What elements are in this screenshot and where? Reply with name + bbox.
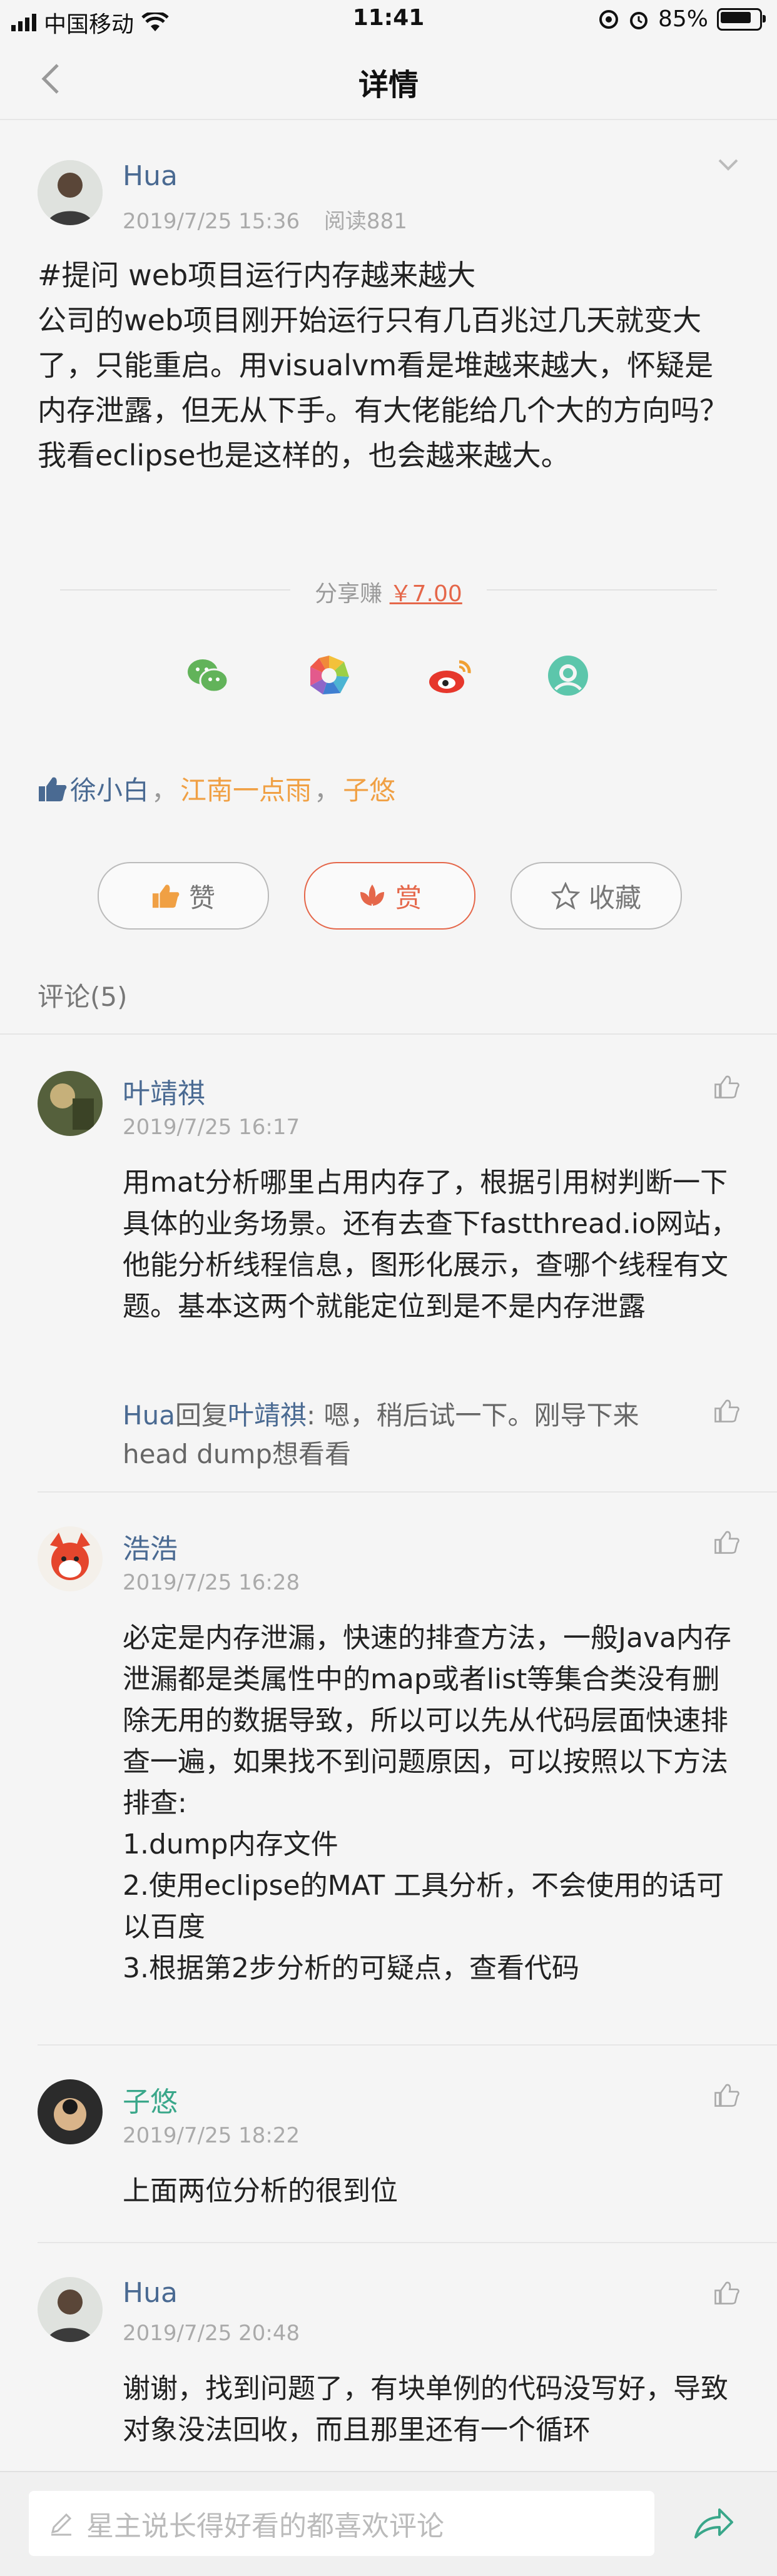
- chevron-down-icon[interactable]: [716, 155, 741, 174]
- post-content: #提问 web项目运行内存越来越大 公司的web项目刚开始运行只有几百兆过几天就…: [38, 258, 728, 472]
- avatar-fox-icon: [38, 1526, 103, 1591]
- post-reads: 阅读881: [323, 209, 407, 234]
- comment-author[interactable]: Hua: [123, 2277, 178, 2309]
- favorite-button[interactable]: 收藏: [510, 862, 682, 930]
- status-bar: 中国移动 11:41 85%: [0, 0, 777, 41]
- like-separator: ，: [151, 775, 178, 806]
- liked-by: 徐小白， 江南一点雨， 子悠: [38, 769, 395, 808]
- comment-input[interactable]: 星主说长得好看的都喜欢评论: [29, 2491, 654, 2556]
- reward-label: 赏: [395, 882, 422, 913]
- reward-button[interactable]: 赏: [304, 862, 475, 930]
- share-amount[interactable]: ￥7.00: [390, 581, 462, 607]
- alarm-icon: [629, 11, 648, 29]
- thumbs-up-icon[interactable]: [713, 1397, 739, 1424]
- comment-text: 上面两位分析的很到位: [123, 2175, 398, 2207]
- comment-reply: Hua回复叶靖祺: 嗯，稍后试一下。刚导下来head dump想看看: [123, 1396, 686, 1474]
- comment-divider: [38, 2044, 777, 2046]
- avatar[interactable]: [38, 160, 103, 225]
- like-user[interactable]: 徐小白: [70, 769, 149, 808]
- comment-divider: [38, 2242, 777, 2243]
- favorite-label: 收藏: [588, 882, 641, 913]
- avatar-image: [38, 2079, 103, 2144]
- post-meta: 2019/7/25 15:36 阅读881: [123, 204, 407, 235]
- thumbs-up-icon[interactable]: [713, 1073, 739, 1100]
- like-separator: ，: [314, 775, 341, 806]
- like-user[interactable]: 江南一点雨: [180, 769, 312, 808]
- star-icon: [551, 882, 580, 910]
- comments-count: 评论(5): [38, 981, 128, 1012]
- status-right: 85%: [598, 6, 766, 32]
- thumbs-up-icon: [152, 885, 180, 908]
- comment-author[interactable]: 浩浩: [123, 1526, 178, 1566]
- comments-divider: [0, 1033, 777, 1035]
- avatar-person-icon: [38, 2277, 103, 2342]
- comment-date: 2019/7/25 16:28: [123, 1570, 300, 1595]
- comment-author[interactable]: 叶靖祺: [123, 1071, 205, 1111]
- comment-text: 谢谢，找到问题了，有块单例的代码没写好，导致对象没法回收，而且那里还有一个循环: [123, 2373, 728, 2446]
- avatar[interactable]: [38, 2079, 103, 2144]
- reply-to[interactable]: 叶靖祺: [228, 1400, 307, 1431]
- comment-date: 2019/7/25 20:48: [123, 2321, 300, 2346]
- lotus-icon: [360, 885, 384, 906]
- wechat-icon[interactable]: [183, 651, 233, 701]
- share-label: 分享赚: [315, 581, 383, 607]
- reply-from[interactable]: Hua: [123, 1400, 175, 1431]
- comment-placeholder: 星主说长得好看的都喜欢评论: [86, 2510, 444, 2542]
- avatar[interactable]: [38, 1526, 103, 1591]
- avatar[interactable]: [38, 2277, 103, 2342]
- comment-text: 用mat分析哪里占用内存了，根据引用树判断一下具体的业务场景。还有去查下fast…: [123, 1167, 738, 1322]
- thumbs-up-icon[interactable]: [713, 2279, 739, 2306]
- moments-icon[interactable]: [304, 651, 354, 701]
- thumbs-up-icon[interactable]: [713, 2082, 739, 2108]
- share-earn: 分享赚 ￥7.00: [0, 576, 777, 608]
- comment-date: 2019/7/25 18:22: [123, 2123, 300, 2148]
- like-button[interactable]: 赞: [98, 862, 269, 930]
- nav-bar: 详情: [0, 41, 777, 119]
- like-user[interactable]: 子悠: [343, 769, 395, 808]
- comment-text: 必定是内存泄漏，快速的排查方法，一般Java内存泄漏都是类属性中的map或者li…: [123, 1622, 731, 1984]
- pencil-icon: [51, 2513, 72, 2536]
- comment-bar: 星主说长得好看的都喜欢评论: [0, 2471, 777, 2576]
- battery-icon: [717, 8, 766, 31]
- avatar-image: [38, 1071, 103, 1136]
- weibo-icon[interactable]: [425, 651, 475, 701]
- page-title: 详情: [358, 68, 419, 103]
- thumbs-up-icon: [39, 777, 67, 801]
- battery-percent: 85%: [658, 6, 708, 32]
- qzone-icon[interactable]: [543, 651, 593, 701]
- reply-verb: 回复: [175, 1400, 228, 1431]
- avatar-person-icon: [38, 160, 103, 225]
- location-lock-icon: [599, 9, 618, 29]
- comment-divider: [38, 1491, 777, 1493]
- share-arrow-icon[interactable]: [693, 2503, 734, 2541]
- comment-author[interactable]: 子悠: [123, 2079, 178, 2119]
- like-label: 赞: [188, 882, 215, 913]
- thumbs-up-icon[interactable]: [713, 1529, 739, 1555]
- post-date: 2019/7/25 15:36: [123, 209, 300, 234]
- post-author[interactable]: Hua: [123, 160, 178, 192]
- comment-date: 2019/7/25 16:17: [123, 1115, 300, 1140]
- avatar[interactable]: [38, 1071, 103, 1136]
- nav-divider: [0, 119, 777, 120]
